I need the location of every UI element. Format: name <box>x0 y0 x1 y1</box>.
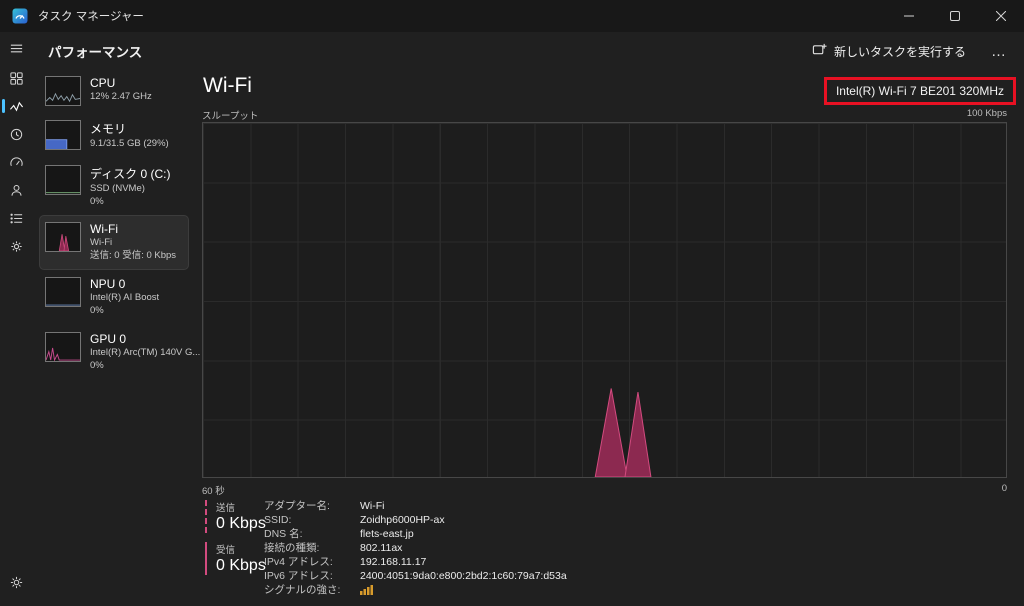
detail-value-signal <box>360 584 567 599</box>
perf-item-name: NPU 0 <box>90 277 159 291</box>
detail-value: 2400:4051:9da0:e800:2bd2:1c60:79a7:d53a <box>360 570 567 583</box>
detail-label: 接続の種類: <box>264 542 356 555</box>
nav-services[interactable] <box>0 232 32 260</box>
window-title: タスク マネージャー <box>38 8 144 24</box>
receive-legend: 受信 0 Kbps <box>205 542 261 575</box>
perf-item-npu0[interactable]: NPU 0 Intel(R) AI Boost 0% <box>40 271 188 324</box>
details-icon <box>9 211 24 226</box>
nav-details[interactable] <box>0 204 32 232</box>
detail-label: シグナルの強さ: <box>264 584 356 599</box>
window-controls <box>886 0 1024 32</box>
chart-metric-label: スループット <box>202 108 258 122</box>
nav-app-history[interactable] <box>0 120 32 148</box>
nav-rail <box>0 32 32 606</box>
header-actions: 新しいタスクを実行する … <box>802 36 1024 66</box>
task-manager-app-icon <box>12 8 28 24</box>
perf-item-wifi[interactable]: Wi-Fi Wi-Fi 送信: 0 受信: 0 Kbps <box>40 216 188 269</box>
nav-settings[interactable] <box>0 568 32 596</box>
nav-processes[interactable] <box>0 64 32 92</box>
detail-value: flets-east.jp <box>360 528 567 541</box>
send-label: 送信 <box>216 500 261 514</box>
perf-item-stat: 12% 2.47 GHz <box>90 91 152 104</box>
signal-strength-icon <box>360 584 374 599</box>
chart-now-label: 0 <box>1002 483 1007 497</box>
throughput-series <box>203 123 1006 477</box>
run-new-task-label: 新しいタスクを実行する <box>834 43 966 60</box>
perf-item-stat2: 送信: 0 受信: 0 Kbps <box>90 250 176 263</box>
perf-item-stat2: 0% <box>90 360 183 373</box>
close-button[interactable] <box>978 0 1024 32</box>
nav-performance[interactable] <box>0 92 32 120</box>
perf-item-name: CPU <box>90 76 152 90</box>
new-task-icon <box>812 42 827 60</box>
detail-value: Zoidhp6000HP-ax <box>360 514 567 527</box>
chart-footer: 60 秒 0 <box>202 483 1007 497</box>
titlebar: タスク マネージャー <box>0 0 1024 32</box>
users-icon <box>9 183 24 198</box>
app-history-icon <box>9 127 24 142</box>
services-icon <box>9 239 24 254</box>
page-title: パフォーマンス <box>48 41 142 61</box>
throughput-legend: 送信 0 Kbps 受信 0 Kbps <box>205 500 261 584</box>
menu-button[interactable] <box>0 34 32 62</box>
perf-item-disk0[interactable]: ディスク 0 (C:) SSD (NVMe) 0% <box>40 159 188 215</box>
nav-startup-apps[interactable] <box>0 148 32 176</box>
wifi-mini-graph <box>45 222 81 252</box>
nav-users[interactable] <box>0 176 32 204</box>
chart-header: スループット 100 Kbps <box>202 108 1007 122</box>
perf-item-memory[interactable]: メモリ 9.1/31.5 GB (29%) <box>40 114 188 157</box>
npu-mini-graph <box>45 277 81 307</box>
performance-icon <box>9 99 24 114</box>
detail-label: SSID: <box>264 514 356 527</box>
perf-item-name: GPU 0 <box>90 332 183 346</box>
processes-icon <box>9 71 24 86</box>
detail-value: Wi-Fi <box>360 500 567 513</box>
receive-label: 受信 <box>216 542 261 556</box>
perf-item-stat2: 0% <box>90 305 159 318</box>
perf-item-stat: Intel(R) Arc(TM) 140V G... <box>90 347 183 360</box>
perf-item-name: ディスク 0 (C:) <box>90 165 171 182</box>
perf-item-stat: Intel(R) AI Boost <box>90 292 159 305</box>
detail-value: 192.168.11.17 <box>360 556 567 569</box>
send-legend: 送信 0 Kbps <box>205 500 261 533</box>
more-options-button[interactable]: … <box>984 38 1014 64</box>
minimize-button[interactable] <box>886 0 932 32</box>
perf-item-stat: 9.1/31.5 GB (29%) <box>90 138 169 151</box>
chart-max-label: 100 Kbps <box>967 108 1007 122</box>
perf-item-name: Wi-Fi <box>90 222 176 236</box>
maximize-button[interactable] <box>932 0 978 32</box>
perf-item-name: メモリ <box>90 120 169 137</box>
perf-item-stat2: 0% <box>90 196 171 209</box>
task-manager-window: タスク マネージャー パフォーマンス 新し <box>0 0 1024 606</box>
detail-label: IPv4 アドレス: <box>264 556 356 569</box>
perf-item-stat: SSD (NVMe) <box>90 183 171 196</box>
memory-mini-graph <box>45 120 81 150</box>
adapter-name: Intel(R) Wi-Fi 7 BE201 320MHz <box>836 84 1004 98</box>
adapter-name-annotation: Intel(R) Wi-Fi 7 BE201 320MHz <box>824 77 1016 105</box>
cpu-mini-graph <box>45 76 81 106</box>
detail-label: DNS 名: <box>264 528 356 541</box>
throughput-chart <box>202 122 1007 478</box>
connection-details: アダプター名: Wi-Fi SSID: Zoidhp6000HP-ax DNS … <box>264 500 567 599</box>
run-new-task-button[interactable]: 新しいタスクを実行する <box>802 36 976 66</box>
detail-label: アダプター名: <box>264 500 356 513</box>
page-header: パフォーマンス 新しいタスクを実行する … <box>32 32 1024 70</box>
settings-gear-icon <box>9 575 24 590</box>
perf-item-gpu0[interactable]: GPU 0 Intel(R) Arc(TM) 140V G... 0% <box>40 326 188 379</box>
gpu-mini-graph <box>45 332 81 362</box>
detail-label: IPv6 アドレス: <box>264 570 356 583</box>
resource-title: Wi-Fi <box>203 74 252 98</box>
send-value: 0 Kbps <box>216 515 261 533</box>
receive-value: 0 Kbps <box>216 557 261 575</box>
perf-item-stat: Wi-Fi <box>90 237 176 250</box>
performance-list: CPU 12% 2.47 GHz メモリ 9.1/31.5 GB (29%) <box>40 70 188 380</box>
perf-item-cpu[interactable]: CPU 12% 2.47 GHz <box>40 70 188 112</box>
chart-timespan-label: 60 秒 <box>202 483 225 497</box>
detail-value: 802.11ax <box>360 542 567 555</box>
disk-mini-graph <box>45 165 81 195</box>
startup-apps-icon <box>9 155 24 170</box>
hamburger-icon <box>9 41 24 56</box>
